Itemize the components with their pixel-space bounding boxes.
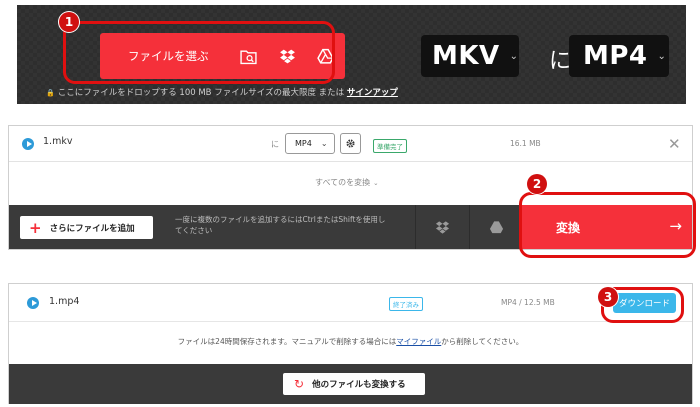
arrow-right-icon: → <box>669 217 682 235</box>
row-format-connector: に <box>271 140 279 149</box>
download-label: ダウンロード <box>618 299 670 309</box>
lock-icon: 🔒 <box>46 89 55 97</box>
convert-other-files-button[interactable]: ↻ 他のファイルも変換する <box>283 373 425 395</box>
convert-label: 変換 <box>556 220 581 235</box>
folder-search-icon[interactable] <box>229 33 268 79</box>
dropbox-icon[interactable] <box>268 33 307 79</box>
status-badge: 準備完了 <box>373 139 407 153</box>
retention-note: ファイルは24時間保存されます。マニュアルで削除する場合にはマイファイルから削除… <box>9 336 692 347</box>
close-icon[interactable]: ✕ <box>668 135 681 153</box>
source-format-value: MKV <box>432 41 500 71</box>
convert-all-row: すべてのを変換 ⌄ <box>9 162 692 204</box>
gear-icon <box>346 139 355 148</box>
select-file-label: ファイルを選ぶ <box>128 49 209 63</box>
chevron-down-icon: ⌄ <box>657 50 666 62</box>
multi-select-hint: 一度に複数のファイルを追加するにはCtrlまたはShiftを使用してください <box>175 215 386 236</box>
row-format-select[interactable]: MP4 ⌄ <box>285 133 335 154</box>
signup-link[interactable]: サインアップ <box>347 88 398 98</box>
download-button[interactable]: ダウンロード <box>613 293 676 313</box>
convert-other-files-label: 他のファイルも変換する <box>312 380 406 390</box>
chevron-down-icon: ⌄ <box>509 50 519 62</box>
play-icon[interactable] <box>27 297 39 309</box>
file-size: 16.1 MB <box>510 139 541 148</box>
drop-hint-text: ここにファイルをドロップする 100 MB ファイルサイズの最大限度 または <box>57 88 347 98</box>
play-icon[interactable] <box>22 138 34 150</box>
file-row: 1.mkv に MP4 ⌄ 準備完了 16.1 MB ✕ <box>9 126 692 162</box>
file-name: 1.mp4 <box>49 296 80 307</box>
convert-button[interactable]: 変換 → <box>522 205 692 249</box>
chevron-down-icon: ⌄ <box>320 139 328 148</box>
my-files-link[interactable]: マイファイル <box>396 337 441 346</box>
plus-icon: + <box>29 218 42 237</box>
step3-badge: 3 <box>598 287 618 307</box>
convert-all-toggle[interactable]: すべてのを変換 ⌄ <box>315 177 379 188</box>
step1-badge: 1 <box>59 12 79 32</box>
completed-file-row: 1.mp4 終了済み MP4 / 12.5 MB ダウンロード <box>9 284 692 322</box>
format-connector: に <box>549 49 572 74</box>
conversion-queue-panel: 1.mkv に MP4 ⌄ 準備完了 16.1 MB ✕ すべてのを変換 ⌄ + … <box>8 125 693 250</box>
file-name: 1.mkv <box>43 136 73 147</box>
google-drive-icon[interactable] <box>469 205 523 249</box>
target-format-value: MP4 <box>583 41 648 71</box>
settings-button[interactable] <box>340 133 361 154</box>
target-format-select[interactable]: MP4 ⌄ <box>569 35 669 77</box>
dropbox-icon[interactable] <box>415 205 469 249</box>
google-drive-icon[interactable] <box>306 33 345 79</box>
drop-hint: 🔒 ここにファイルをドロップする 100 MB ファイルサイズの最大限度 または … <box>46 86 398 98</box>
upload-panel: ファイルを選ぶ MKV ⌄ に MP4 ⌄ 🔒 ここにファイルをドロップする 10… <box>17 5 686 104</box>
retention-note-suffix: から削除してください。 <box>441 337 524 346</box>
select-file-button[interactable]: ファイルを選ぶ <box>100 33 345 79</box>
add-more-files-button[interactable]: + さらにファイルを追加 <box>20 216 153 239</box>
add-more-files-label: さらにファイルを追加 <box>49 223 135 234</box>
retention-note-prefix: ファイルは24時間保存されます。マニュアルで削除する場合には <box>177 337 397 346</box>
row-format-value: MP4 <box>295 139 312 148</box>
convert-all-label: すべてのを変換 <box>315 178 371 187</box>
step2-badge: 2 <box>527 174 547 194</box>
bottom-bar: ↻ 他のファイルも変換する <box>9 364 692 404</box>
completed-panel: 1.mp4 終了済み MP4 / 12.5 MB ダウンロード ファイルは24時… <box>8 283 693 404</box>
source-format-select[interactable]: MKV ⌄ <box>421 35 519 77</box>
status-badge: 終了済み <box>389 297 423 311</box>
action-bar: + さらにファイルを追加 一度に複数のファイルを追加するにはCtrlまたはShi… <box>9 205 692 249</box>
file-info: MP4 / 12.5 MB <box>501 298 555 307</box>
refresh-icon: ↻ <box>294 377 305 391</box>
chevron-down-icon: ⌄ <box>373 179 379 187</box>
